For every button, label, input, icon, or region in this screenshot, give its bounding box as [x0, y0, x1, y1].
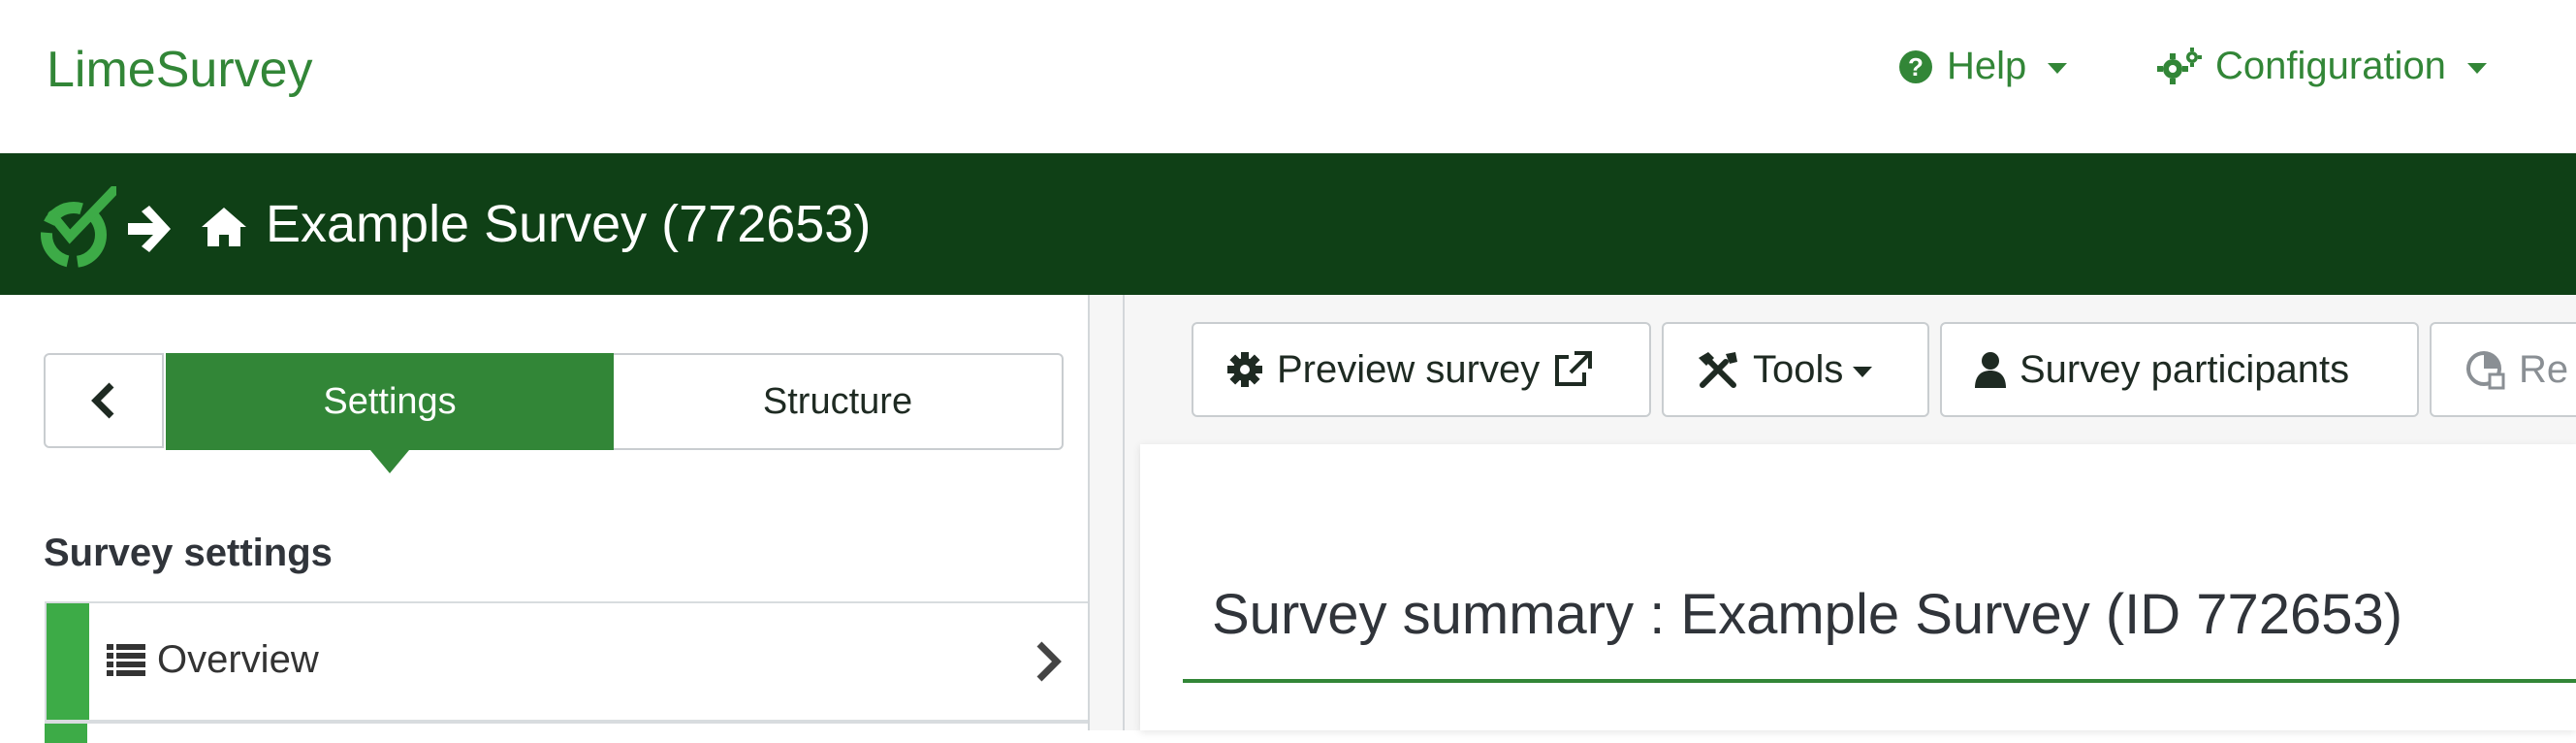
responses-button[interactable]: Re: [2430, 322, 2576, 417]
active-indicator: [45, 724, 87, 743]
survey-participants-label: Survey participants: [2019, 347, 2350, 391]
list-icon: [107, 644, 145, 676]
caret-down-icon: [2048, 63, 2068, 74]
sidebar-item-label: Overview: [157, 638, 319, 681]
caret-down-icon: [2466, 63, 2487, 74]
top-navbar: LimeSurvey ? Help Configuration: [0, 0, 2576, 153]
tools-label: Tools: [1753, 347, 1844, 391]
configuration-menu-label: Configuration: [2215, 45, 2446, 87]
arrow-right-icon: [128, 206, 171, 252]
question-circle-icon: ?: [1899, 49, 1932, 83]
tools-dropdown-button[interactable]: Tools: [1662, 322, 1929, 417]
survey-participants-button[interactable]: Survey participants: [1940, 322, 2419, 417]
configuration-menu[interactable]: Configuration: [2157, 45, 2487, 88]
help-menu-label: Help: [1947, 45, 2027, 87]
responses-label: Re: [2519, 347, 2569, 391]
active-indicator: [47, 603, 89, 720]
collapse-sidebar-button[interactable]: [44, 353, 164, 448]
chevron-right-icon: [1036, 641, 1062, 682]
responses-icon: [2466, 351, 2505, 390]
sidebar-item-next[interactable]: [45, 722, 1088, 743]
tab-structure[interactable]: Structure: [614, 353, 1064, 450]
survey-title-breadcrumb[interactable]: Example Survey (772653): [266, 194, 871, 254]
sidebar-item-overview[interactable]: Overview: [45, 601, 1088, 722]
preview-survey-label: Preview survey: [1277, 347, 1541, 391]
user-icon: [1975, 352, 2006, 388]
brand-logo-text[interactable]: LimeSurvey: [47, 41, 313, 99]
svg-text:?: ?: [1908, 52, 1924, 81]
title-underline: [1183, 679, 2576, 683]
help-menu[interactable]: ? Help: [1898, 45, 2068, 88]
preview-survey-button[interactable]: Preview survey: [1192, 322, 1651, 417]
sidebar-resize-handle[interactable]: [1123, 295, 1125, 730]
caret-down-icon: [1853, 366, 1873, 377]
gears-icon: [2157, 47, 2202, 84]
survey-settings-heading: Survey settings: [44, 532, 333, 574]
tab-settings[interactable]: Settings: [166, 353, 614, 473]
limesurvey-logo-icon[interactable]: [39, 186, 116, 268]
home-icon[interactable]: [200, 206, 248, 248]
tools-icon: [1699, 352, 1737, 388]
external-link-icon: [1555, 351, 1593, 386]
chevron-left-icon: [91, 382, 114, 419]
gear-icon: [1227, 352, 1262, 387]
survey-summary-title: Survey summary : Example Survey (ID 7726…: [1212, 583, 2403, 646]
